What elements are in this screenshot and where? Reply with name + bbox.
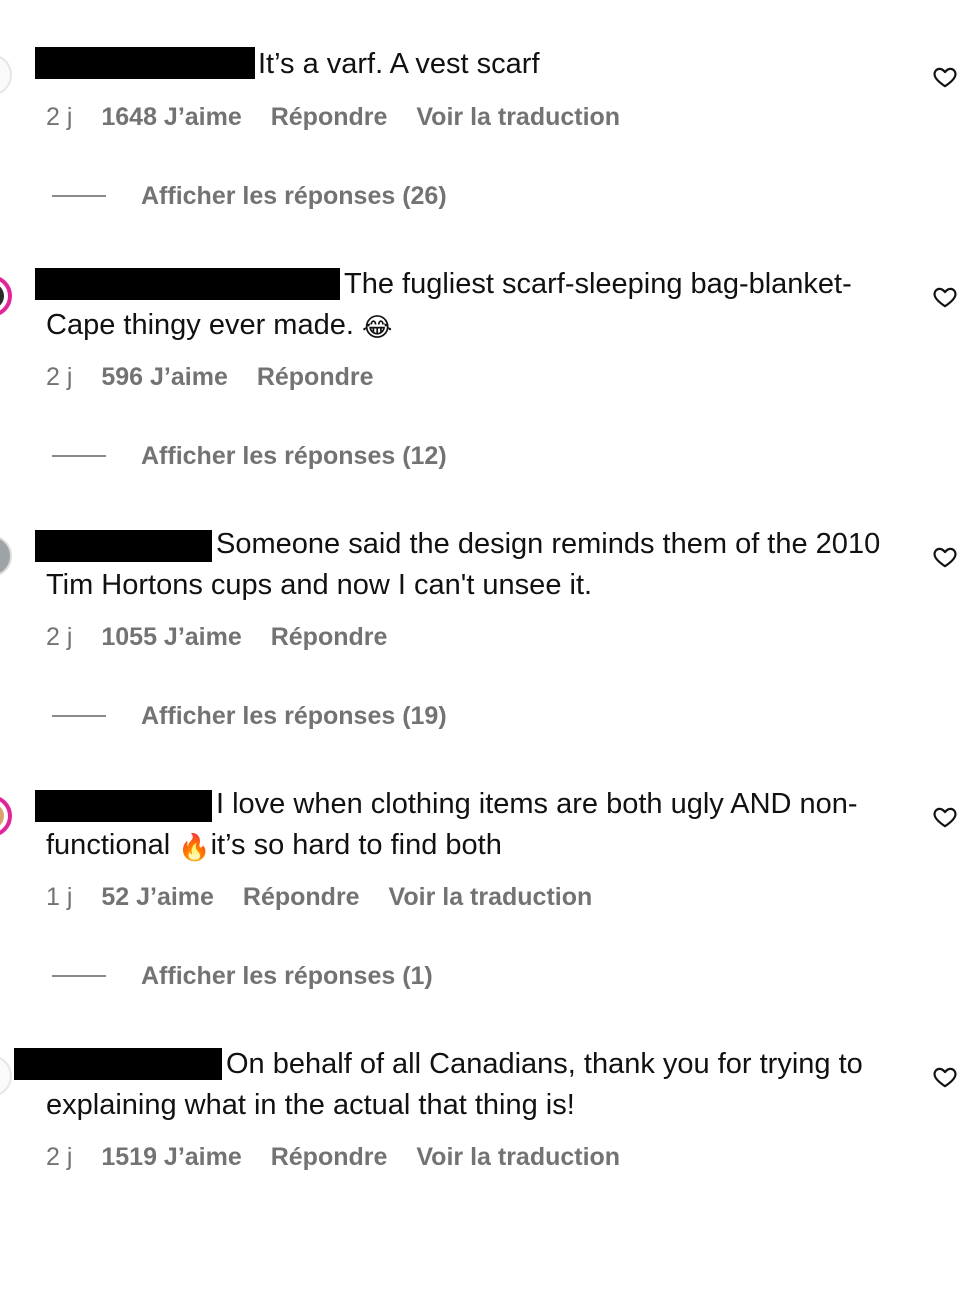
- comment-meta: 2 j 1519 J’aime Répondre Voir la traduct…: [46, 1143, 642, 1173]
- see-translation-button[interactable]: Voir la traduction: [416, 1143, 620, 1171]
- see-translation-button[interactable]: Voir la traduction: [416, 103, 620, 131]
- like-count[interactable]: 1648 J’aime: [101, 103, 241, 131]
- heart-outline-icon[interactable]: [932, 64, 958, 90]
- comment-age[interactable]: 2 j: [46, 1143, 72, 1171]
- see-translation-button[interactable]: Voir la traduction: [389, 883, 593, 911]
- comment-item: It’s a varf. A vest scarf 2 j 1648 J’aim…: [0, 0, 980, 260]
- like-count[interactable]: 1519 J’aime: [101, 1143, 241, 1171]
- heart-outline-icon[interactable]: [932, 284, 958, 310]
- comment-meta: 2 j 1648 J’aime Répondre Voir la traduct…: [46, 103, 642, 133]
- comment-meta: 2 j 596 J’aime Répondre: [46, 363, 396, 393]
- comment-text: On behalf of all Canadians, thank you fo…: [46, 1044, 906, 1126]
- comment-text: Someone said the design reminds them of …: [46, 524, 906, 606]
- reply-button[interactable]: Répondre: [271, 623, 388, 651]
- comment-item: I love when clothing items are both ugly…: [0, 780, 980, 1040]
- avatar[interactable]: [0, 795, 12, 837]
- reply-button[interactable]: Répondre: [257, 363, 374, 391]
- reply-button[interactable]: Répondre: [243, 883, 360, 911]
- view-replies-label: Afficher les réponses (12): [141, 441, 447, 470]
- like-count[interactable]: 1055 J’aime: [101, 623, 241, 651]
- comment-text: The fugliest scarf-sleeping bag-blanket-…: [46, 264, 906, 348]
- view-replies-button[interactable]: Afficher les réponses (1): [52, 960, 433, 992]
- like-count[interactable]: 52 J’aime: [101, 883, 214, 911]
- avatar[interactable]: [0, 1055, 12, 1097]
- comment-item: Someone said the design reminds them of …: [0, 520, 980, 780]
- laughing-emoji-icon: 😂: [361, 312, 393, 342]
- heart-outline-icon[interactable]: [932, 804, 958, 830]
- comment-body: Someone said the design reminds them of …: [46, 528, 881, 601]
- avatar[interactable]: [0, 535, 12, 577]
- comment-meta: 2 j 1055 J’aime Répondre: [46, 623, 409, 653]
- comment-text: It’s a varf. A vest scarf: [46, 44, 906, 85]
- reply-button[interactable]: Répondre: [271, 103, 388, 131]
- replies-divider-line: [52, 975, 106, 977]
- like-count[interactable]: 596 J’aime: [101, 363, 228, 391]
- comment-body: On behalf of all Canadians, thank you fo…: [46, 1048, 863, 1121]
- comment-item: On behalf of all Canadians, thank you fo…: [0, 1040, 980, 1300]
- view-replies-label: Afficher les réponses (19): [141, 701, 447, 730]
- comment-meta: 1 j 52 J’aime Répondre Voir la traductio…: [46, 883, 614, 913]
- view-replies-button[interactable]: Afficher les réponses (12): [52, 440, 447, 472]
- view-replies-label: Afficher les réponses (1): [141, 961, 433, 990]
- replies-divider-line: [52, 195, 106, 197]
- comment-text: I love when clothing items are both ugly…: [46, 784, 906, 868]
- fire-emoji-icon: 🔥: [178, 832, 211, 862]
- comment-body: It’s a varf. A vest scarf: [258, 48, 540, 80]
- replies-divider-line: [52, 455, 106, 457]
- replies-divider-line: [52, 715, 106, 717]
- comment-age[interactable]: 1 j: [46, 883, 72, 911]
- reply-button[interactable]: Répondre: [271, 1143, 388, 1171]
- avatar[interactable]: [0, 54, 12, 96]
- comment-body-continued: it’s so hard to find both: [210, 829, 502, 861]
- view-replies-button[interactable]: Afficher les réponses (19): [52, 700, 447, 732]
- view-replies-button[interactable]: Afficher les réponses (26): [52, 180, 447, 212]
- avatar[interactable]: [0, 275, 12, 317]
- comment-age[interactable]: 2 j: [46, 623, 72, 651]
- comment-age[interactable]: 2 j: [46, 363, 72, 391]
- comment-item: The fugliest scarf-sleeping bag-blanket-…: [0, 260, 980, 520]
- view-replies-label: Afficher les réponses (26): [141, 181, 447, 210]
- comment-age[interactable]: 2 j: [46, 103, 72, 131]
- comment-body: The fugliest scarf-sleeping bag-blanket-…: [46, 268, 852, 341]
- heart-outline-icon[interactable]: [932, 544, 958, 570]
- heart-outline-icon[interactable]: [932, 1064, 958, 1090]
